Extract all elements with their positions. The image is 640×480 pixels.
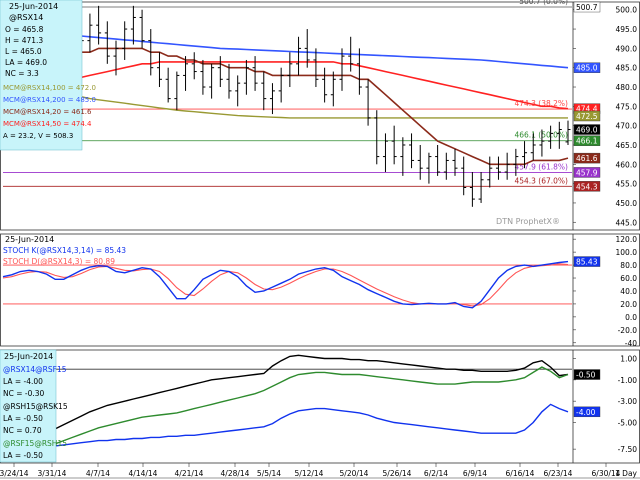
value-tag-label: -0.50 (576, 371, 596, 380)
y-tick-label: 120.0 (616, 235, 638, 244)
y-tick-label: 495.0 (616, 25, 638, 34)
y-tick-label: -7.50 (618, 445, 638, 454)
y-tick-label: 470.0 (616, 122, 638, 131)
price-open: O = 465.8 (5, 25, 44, 34)
y-tick-label: 450.0 (616, 199, 638, 208)
value-tag-label: 472.5 (576, 112, 598, 121)
spread-date: 25-Jun-2014 (4, 352, 53, 361)
stoch-value-tags: 85.43 (573, 256, 601, 267)
y-tick-label: 460.0 (616, 160, 638, 169)
spread1-last: LA = -4.00 (3, 377, 43, 386)
spread3-last: LA = -0.50 (3, 451, 43, 460)
stoch-k-label: STOCH K(@RSX14,3,14) = 85.43 (3, 246, 126, 255)
y-tick-label: -3.00 (618, 397, 638, 406)
y-tick-label: 40.0 (620, 287, 637, 296)
horizontal-line-label: 500.7 (0.0%) (519, 0, 568, 6)
watermark: DTN ProphetX® (496, 217, 560, 226)
x-tick-label: 4/7/14 (86, 469, 110, 478)
spread2-label: @RSH15@RSK15 (3, 402, 68, 411)
value-tag-label: 466.1 (576, 137, 598, 146)
price-high: H = 471.3 (5, 36, 43, 45)
y-tick-label: 80.0 (620, 261, 637, 270)
x-tick-label: 3/31/14 (38, 469, 67, 478)
price-average-volume: A = 23.2, V = 508.3 (3, 132, 73, 140)
price-low: L = 465.0 (5, 47, 42, 56)
x-tick-label: 5/5/14 (257, 469, 281, 478)
y-tick-label: 475.0 (616, 102, 638, 111)
y-tick-label: 485.0 (616, 64, 638, 73)
value-tag-label: 461.6 (576, 154, 598, 163)
value-tag-label: 454.3 (576, 182, 598, 191)
value-tag-label: 457.9 (576, 168, 598, 177)
y-tick-label: 455.0 (616, 180, 638, 189)
ma50-label: MCM@RSX14,50 = 474.4 (3, 120, 92, 128)
x-tick-label: 4/14/14 (129, 469, 158, 478)
x-tick-label: 5/12/14 (295, 469, 324, 478)
price-net-change: NC = 3.3 (5, 69, 39, 78)
x-tick-label: 6/23/14 (544, 469, 573, 478)
y-tick-label: 490.0 (616, 44, 638, 53)
y-tick-label: 0.0 (625, 313, 637, 322)
horizontal-line-label: 466.1 (50.0%) (514, 131, 568, 140)
y-tick-label: 500.0 (616, 6, 638, 15)
price-date: 25-Jun-2014 (9, 2, 58, 11)
stoch-d-label: STOCH D(@RSX14,3) = 80.89 (3, 257, 115, 266)
spread1-change: NC = -0.30 (3, 389, 45, 398)
spread1-label: @RSX14@RSF15 (3, 365, 67, 374)
x-tick-label: 4/21/14 (175, 469, 204, 478)
value-tag-label: 485.0 (576, 64, 598, 73)
y-tick-label: 100.0 (616, 248, 638, 257)
x-tick-label: 5/26/14 (383, 469, 412, 478)
futures-chart: 500.7 (0.0%)474.3 (38.2%)466.1 (50.0%)45… (0, 0, 640, 480)
spread2-change: NC = 0.70 (3, 426, 42, 435)
value-tag-label: 85.43 (576, 258, 598, 267)
value-tag-label: 500.7 (576, 3, 598, 12)
value-tag-label: -4.00 (576, 408, 596, 417)
ma200-label: MCM@RSX14,200 = 485.0 (3, 96, 96, 104)
y-tick-label: 480.0 (616, 83, 638, 92)
x-tick-label: 6/16/14 (506, 469, 535, 478)
spread2-last: LA = -0.50 (3, 414, 43, 423)
price-last: LA = 469.0 (5, 58, 47, 67)
y-tick-label: -5.00 (618, 418, 638, 427)
y-tick-label: 445.0 (616, 218, 638, 227)
x-tick-label: 3/24/14 (0, 469, 29, 478)
period-label: 1 Day (615, 469, 638, 478)
price-symbol: @RSX14 (9, 13, 43, 22)
x-tick-label: 6/2/14 (424, 469, 448, 478)
y-tick-label: -40 (625, 339, 637, 348)
y-tick-label: -20.0 (618, 326, 638, 335)
x-tick-label: 6/9/14 (463, 469, 487, 478)
value-tag-label: 469.0 (576, 126, 598, 135)
stoch-date: 25-Jun-2014 (5, 235, 54, 244)
y-tick-label: 60.0 (620, 274, 637, 283)
y-tick-label: 1.00 (620, 355, 637, 364)
spread3-label: @RSF15@RSH15 (3, 439, 67, 448)
y-tick-label: 465.0 (616, 141, 638, 150)
y-tick-label: 20.0 (620, 300, 637, 309)
x-tick-label: 5/20/14 (340, 469, 369, 478)
ma20-label: MCM@RSX14,20 = 461.6 (3, 108, 92, 116)
y-tick-label: -1.00 (618, 376, 638, 385)
ma100-label: MCM@RSX14,100 = 472.0 (3, 84, 96, 92)
horizontal-line-label: 454.3 (67.0%) (514, 176, 568, 185)
x-tick-label: 4/28/14 (221, 469, 250, 478)
